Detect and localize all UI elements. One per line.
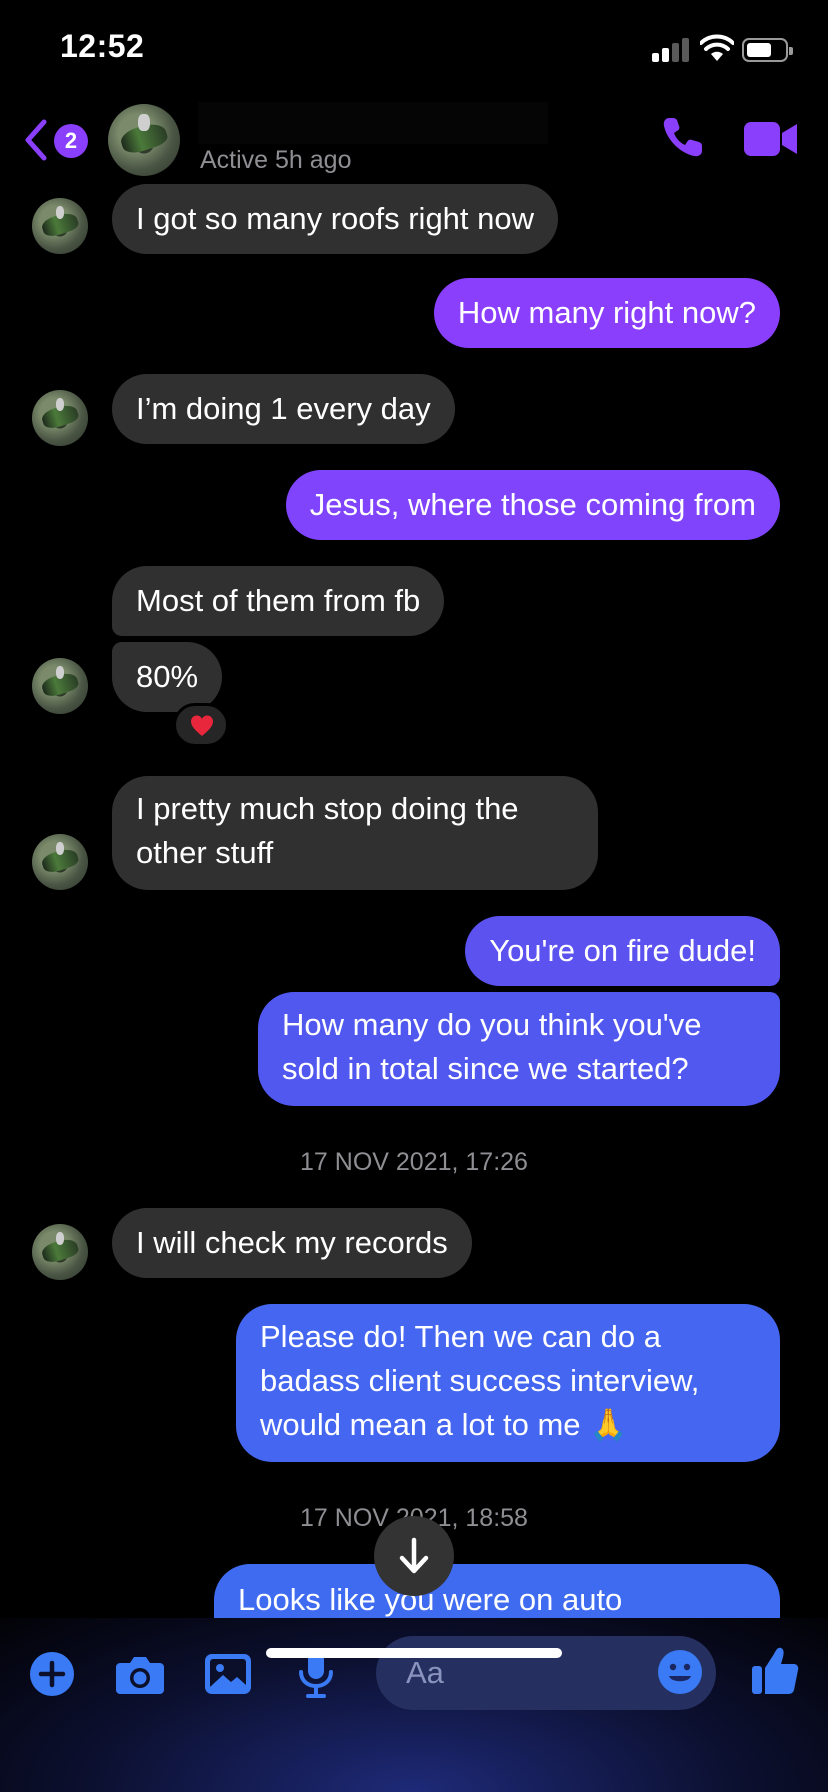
plus-circle-icon[interactable] xyxy=(26,1648,78,1700)
contact-avatar[interactable] xyxy=(32,834,88,890)
cellular-signal-icon xyxy=(652,38,692,62)
message-outgoing[interactable]: You're on fire dude! xyxy=(465,916,780,986)
status-bar: 12:52 xyxy=(0,0,828,100)
scroll-to-bottom-button[interactable] xyxy=(374,1516,454,1596)
message-incoming[interactable]: I pretty much stop doing the other stuff xyxy=(112,776,598,890)
contact-avatar[interactable] xyxy=(32,1224,88,1280)
clock: 12:52 xyxy=(60,28,145,64)
message-incoming[interactable]: I will check my records xyxy=(112,1208,472,1278)
thumbs-up-icon[interactable] xyxy=(750,1644,800,1696)
home-indicator[interactable] xyxy=(266,1648,562,1658)
battery-icon xyxy=(742,38,793,62)
message-outgoing[interactable]: Please do! Then we can do a badass clien… xyxy=(236,1304,780,1462)
contact-avatar[interactable] xyxy=(32,198,88,254)
back-button[interactable]: 2 xyxy=(22,118,92,162)
message-outgoing[interactable]: Jesus, where those coming from xyxy=(285,470,780,540)
wifi-icon xyxy=(700,34,734,61)
contact-name-redacted[interactable] xyxy=(198,102,548,144)
contact-avatar[interactable] xyxy=(32,658,88,714)
message-incoming[interactable]: I’m doing 1 every day xyxy=(112,374,455,444)
contact-avatar[interactable] xyxy=(32,390,88,446)
camera-icon[interactable] xyxy=(114,1648,166,1700)
timestamp: 17 NOV 2021, 17:26 xyxy=(300,1148,528,1176)
message-incoming[interactable]: Most of them from fb xyxy=(112,566,445,636)
contact-avatar[interactable] xyxy=(108,104,180,176)
phone-icon[interactable] xyxy=(660,114,706,160)
arrow-down-icon xyxy=(399,1537,429,1574)
chevron-left-icon xyxy=(25,119,47,161)
message-incoming[interactable]: 80% xyxy=(112,642,223,712)
active-status: Active 5h ago xyxy=(200,146,352,174)
message-reaction[interactable] xyxy=(173,703,229,747)
message-outgoing[interactable]: How many right now? xyxy=(433,278,780,348)
message-incoming[interactable]: I got so many roofs right now xyxy=(112,184,559,254)
heart-icon xyxy=(191,715,213,736)
conversation-header: 2 Active 5h ago xyxy=(0,100,828,184)
message-outgoing[interactable]: How many do you think you've sold in tot… xyxy=(258,992,780,1106)
video-camera-icon[interactable] xyxy=(744,120,798,158)
message-composer xyxy=(0,1618,828,1792)
photo-icon[interactable] xyxy=(202,1648,254,1700)
smiley-icon[interactable] xyxy=(656,1648,704,1696)
unread-count-badge: 2 xyxy=(54,124,88,158)
